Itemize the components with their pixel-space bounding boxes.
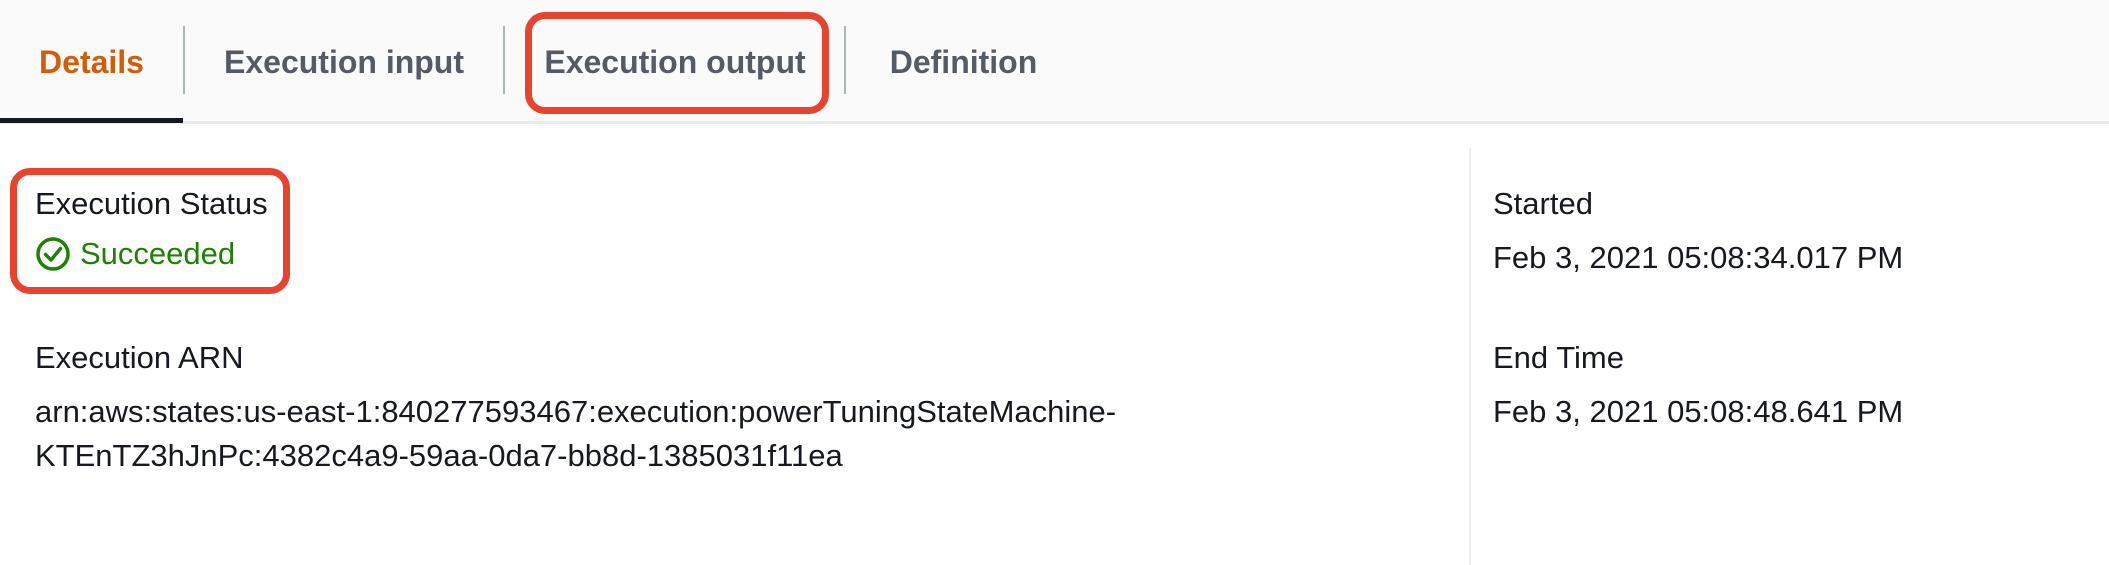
check-circle-icon [36,237,70,271]
execution-arn-line-1: arn:aws:states:us-east-1:840277593467:ex… [35,394,1117,429]
tab-definition[interactable]: Definition [846,0,1081,124]
end-time-label: End Time [1493,340,1624,375]
tab-execution-input[interactable]: Execution input [185,0,503,124]
execution-status-value: Succeeded [35,236,235,272]
execution-arn-line-2: KTEnTZ3hJnPc:4382c4a9-59aa-0da7-bb8d-138… [35,438,843,473]
column-divider [1469,148,1471,565]
execution-arn-label: Execution ARN [35,340,244,375]
started-value: Feb 3, 2021 05:08:34.017 PM [1493,240,1904,275]
status-text: Succeeded [80,236,236,271]
tab-execution-output[interactable]: Execution output [505,0,845,124]
started-label: Started [1493,186,1593,221]
end-time-value: Feb 3, 2021 05:08:48.641 PM [1493,394,1904,429]
active-tab-indicator [0,118,183,123]
tab-details[interactable]: Details [0,0,183,124]
execution-status-label: Execution Status [35,186,268,221]
tab-bar: Details Execution input Execution output… [0,0,2109,124]
